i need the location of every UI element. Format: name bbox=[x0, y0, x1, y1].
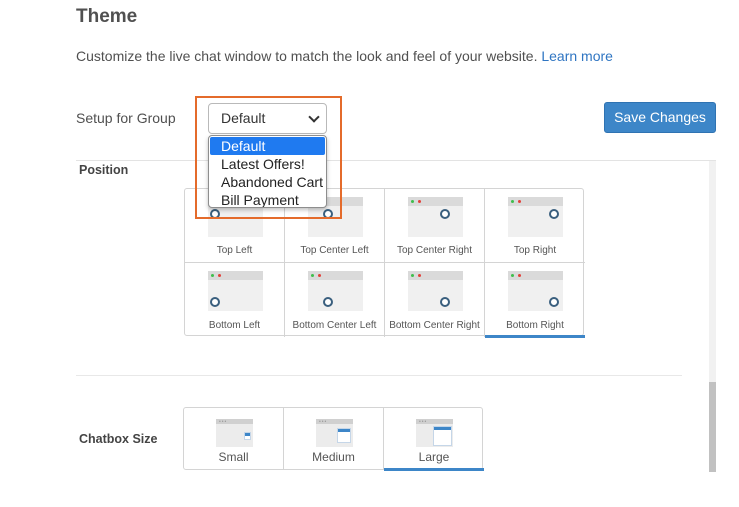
position-grid: Top Left Top Center Left Top Center Righ… bbox=[184, 188, 585, 338]
group-option-abandoned-cart[interactable]: Abandoned Cart bbox=[209, 173, 326, 191]
browser-window-icon bbox=[308, 271, 363, 311]
browser-window-icon bbox=[508, 197, 563, 237]
save-changes-button[interactable]: Save Changes bbox=[604, 102, 716, 133]
chat-bubble-icon bbox=[549, 297, 559, 307]
chat-bubble-icon bbox=[210, 209, 220, 219]
group-select[interactable]: Default bbox=[208, 103, 327, 134]
learn-more-link[interactable]: Learn more bbox=[541, 48, 613, 64]
size-small[interactable]: ••• Small bbox=[184, 408, 284, 469]
description-text: Customize the live chat window to match … bbox=[76, 48, 538, 64]
section-divider bbox=[76, 375, 682, 376]
position-top-center-right[interactable]: Top Center Right bbox=[385, 189, 485, 263]
position-bottom-left[interactable]: Bottom Left bbox=[185, 263, 285, 337]
size-large[interactable]: ••• Large bbox=[384, 408, 484, 471]
chat-window-medium-icon: ••• bbox=[316, 419, 353, 447]
scrollbar-thumb[interactable] bbox=[709, 382, 716, 472]
position-bottom-center-right[interactable]: Bottom Center Right bbox=[385, 263, 485, 337]
browser-window-icon bbox=[408, 271, 463, 311]
position-bottom-center-left[interactable]: Bottom Center Left bbox=[285, 263, 385, 337]
chat-bubble-icon bbox=[323, 297, 333, 307]
group-option-latest-offers[interactable]: Latest Offers! bbox=[209, 155, 326, 173]
group-option-default[interactable]: Default bbox=[210, 137, 325, 155]
chatbox-size-grid: ••• Small ••• Medium ••• Large bbox=[183, 407, 484, 471]
chevron-down-icon bbox=[308, 111, 320, 123]
chat-bubble-icon bbox=[549, 209, 559, 219]
setup-group-label: Setup for Group bbox=[76, 110, 176, 126]
position-label: Position bbox=[79, 163, 129, 177]
browser-window-icon bbox=[208, 271, 263, 311]
size-medium[interactable]: ••• Medium bbox=[284, 408, 384, 469]
group-dropdown-list: Default Latest Offers! Abandoned Cart Bi… bbox=[208, 135, 327, 208]
browser-window-icon bbox=[508, 271, 563, 311]
panel-divider bbox=[76, 160, 716, 161]
group-option-bill-payment[interactable]: Bill Payment bbox=[209, 191, 326, 207]
chat-bubble-icon bbox=[210, 297, 220, 307]
chat-bubble-icon bbox=[440, 297, 450, 307]
browser-window-icon bbox=[408, 197, 463, 237]
chat-bubble-icon bbox=[323, 209, 333, 219]
position-top-right[interactable]: Top Right bbox=[485, 189, 585, 263]
page-description: Customize the live chat window to match … bbox=[76, 48, 613, 64]
chat-window-small-icon: ••• bbox=[216, 419, 253, 447]
position-bottom-right[interactable]: Bottom Right bbox=[485, 263, 585, 338]
chatbox-size-label: Chatbox Size bbox=[79, 432, 158, 446]
group-select-value: Default bbox=[221, 110, 266, 126]
chat-window-large-icon: ••• bbox=[416, 419, 453, 447]
chat-bubble-icon bbox=[440, 209, 450, 219]
page-title: Theme bbox=[76, 6, 138, 27]
